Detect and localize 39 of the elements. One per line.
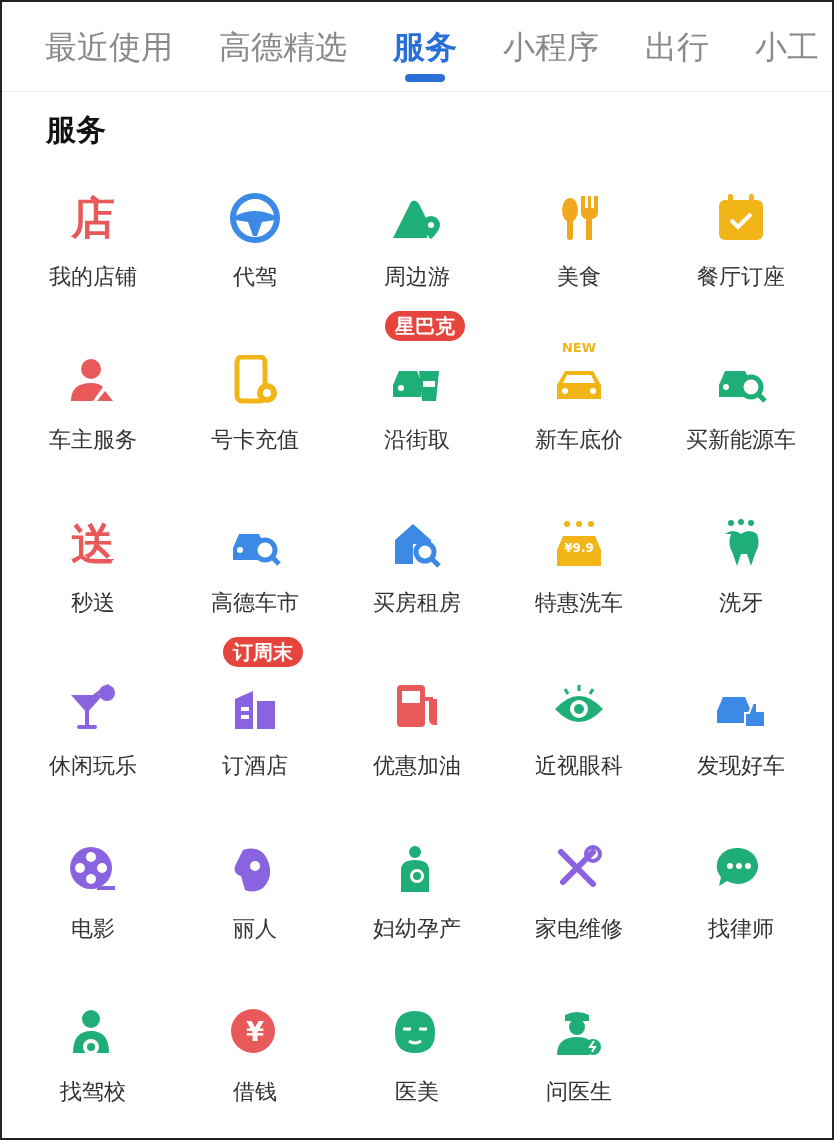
service-label[interactable]: 找律师 [708, 914, 774, 944]
service-label[interactable]: 近视眼科 [535, 751, 623, 781]
service-label[interactable]: 高德车市 [211, 588, 299, 618]
service-label[interactable]: 秒送 [71, 588, 115, 618]
icon-glyph: 店 [71, 192, 115, 244]
icon-label: NEW [561, 341, 597, 354]
service-label[interactable]: 妇幼孕产 [373, 914, 461, 944]
tab[interactable]: 服务 [393, 2, 457, 91]
service-label[interactable]: 美食 [557, 262, 601, 292]
tab-indicator [405, 74, 445, 82]
service-label[interactable]: 新车底价 [535, 425, 623, 455]
service-label[interactable]: 休闲玩乐 [49, 751, 137, 781]
service-label[interactable]: 洗牙 [719, 588, 763, 618]
service-label[interactable]: 周边游 [384, 262, 450, 292]
service-label[interactable]: 借钱 [233, 1077, 277, 1107]
service-label[interactable]: 餐厅订座 [697, 262, 785, 292]
service-label[interactable]: 车主服务 [49, 425, 137, 455]
service-label[interactable]: 代驾 [233, 262, 277, 292]
service-label[interactable]: 家电维修 [535, 914, 623, 944]
promo-badge: 星巴克 [385, 311, 465, 341]
service-label[interactable]: 找驾校 [60, 1077, 126, 1107]
service-label[interactable]: 号卡充值 [211, 425, 299, 455]
service-label[interactable]: 沿街取 [384, 425, 450, 455]
service-label[interactable]: 买新能源车 [686, 425, 796, 455]
icon-label: ¥ [245, 1019, 265, 1045]
service-label[interactable]: 丽人 [233, 914, 277, 944]
service-label[interactable]: 订酒店 [222, 751, 288, 781]
service-label[interactable]: 优惠加油 [373, 751, 461, 781]
service-label[interactable]: 发现好车 [697, 751, 785, 781]
service-label[interactable]: 我的店铺 [49, 262, 137, 292]
service-label[interactable]: 电影 [71, 914, 115, 944]
service-label[interactable]: 买房租房 [373, 588, 461, 618]
service-label[interactable]: 特惠洗车 [535, 588, 623, 618]
service-label[interactable]: 问医生 [546, 1077, 612, 1107]
section-title: 服务 [44, 111, 107, 149]
icon-glyph: 送 [71, 518, 115, 570]
icon-label: ¥9.9 [564, 542, 594, 554]
service-label[interactable]: 医美 [395, 1077, 439, 1107]
promo-badge: 订周末 [223, 637, 303, 667]
